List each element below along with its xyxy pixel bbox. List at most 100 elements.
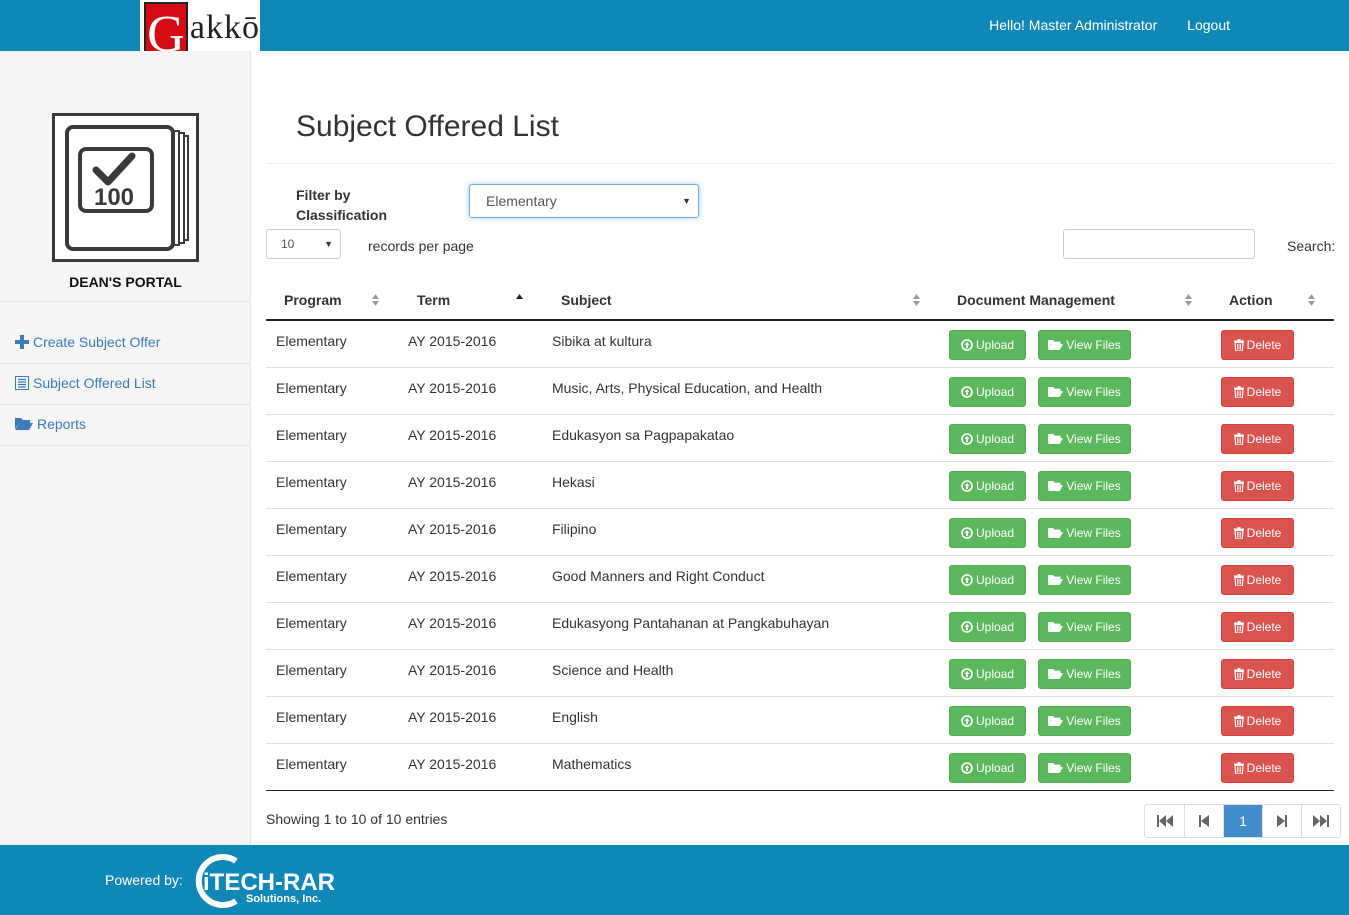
last-page-button[interactable] — [1301, 805, 1340, 837]
classification-select[interactable]: Elementary ▼ — [469, 184, 699, 218]
upload-circle-icon — [961, 668, 973, 680]
plus-icon — [15, 335, 29, 349]
view-files-button-label: View Files — [1066, 573, 1121, 587]
upload-button[interactable]: Upload — [949, 753, 1026, 783]
trash-icon — [1233, 386, 1244, 398]
table-row: Elementary AY 2015-2016 Good Manners and R… — [266, 556, 1334, 603]
sidebar-divider — [0, 404, 250, 405]
upload-button[interactable]: Upload — [949, 471, 1026, 501]
delete-button[interactable]: Delete — [1221, 518, 1294, 548]
upload-button[interactable]: Upload — [949, 330, 1026, 360]
cell-program: Elementary — [276, 662, 347, 678]
first-page-button[interactable] — [1145, 805, 1184, 837]
upload-button[interactable]: Upload — [949, 424, 1026, 454]
view-files-button-label: View Files — [1066, 432, 1121, 446]
cell-subject: Good Manners and Right Conduct — [552, 568, 765, 584]
view-files-button[interactable]: View Files — [1038, 424, 1131, 454]
folder-open-icon — [1048, 575, 1064, 585]
sort-both-icon — [1185, 294, 1192, 306]
upload-button[interactable]: Upload — [949, 377, 1026, 407]
folder-open-icon — [1048, 434, 1064, 444]
view-files-button[interactable]: View Files — [1038, 518, 1131, 548]
delete-button[interactable]: Delete — [1221, 659, 1294, 689]
cell-term: AY 2015-2016 — [408, 568, 497, 584]
logo-text: akkō — [189, 9, 260, 46]
view-files-button[interactable]: View Files — [1038, 753, 1131, 783]
sidebar-item-subject-offered-list[interactable]: Subject Offered List — [15, 375, 156, 391]
upload-button[interactable]: Upload — [949, 706, 1026, 736]
table-row: Elementary AY 2015-2016 Music, Arts, Physi… — [266, 368, 1334, 415]
upload-circle-icon — [961, 433, 973, 445]
cell-term: AY 2015-2016 — [408, 756, 497, 772]
delete-button[interactable]: Delete — [1221, 377, 1294, 407]
trash-icon — [1233, 762, 1244, 774]
upload-circle-icon — [961, 715, 973, 727]
cell-subject: Sibika at kultura — [552, 333, 652, 349]
upload-button-label: Upload — [975, 761, 1015, 775]
delete-button[interactable]: Delete — [1221, 706, 1294, 736]
table-row: Elementary AY 2015-2016 Edukasyon sa Pagpa… — [266, 415, 1334, 462]
cell-program: Elementary — [276, 333, 347, 349]
cell-term: AY 2015-2016 — [408, 427, 497, 443]
search-input[interactable] — [1063, 229, 1255, 259]
delete-button[interactable]: Delete — [1221, 424, 1294, 454]
page-length-select[interactable]: 10 ▼ — [266, 229, 341, 259]
upload-button[interactable]: Upload — [949, 659, 1026, 689]
cell-program: Elementary — [276, 568, 347, 584]
delete-button[interactable]: Delete — [1221, 330, 1294, 360]
upload-button[interactable]: Upload — [949, 518, 1026, 548]
delete-button[interactable]: Delete — [1221, 612, 1294, 642]
sidebar-item-reports[interactable]: Reports — [15, 416, 86, 432]
folder-open-icon — [1048, 716, 1064, 726]
view-files-button[interactable]: View Files — [1038, 377, 1131, 407]
dropdown-caret-icon: ▼ — [682, 196, 691, 206]
column-header-action[interactable]: Action — [1229, 292, 1273, 308]
table-row: Elementary AY 2015-2016 Filipino Upload View… — [266, 509, 1334, 556]
delete-button-label: Delete — [1246, 432, 1282, 446]
upload-button-label: Upload — [975, 620, 1015, 634]
column-header-term[interactable]: Term — [417, 292, 450, 308]
cell-program: Elementary — [276, 427, 347, 443]
filter-label: Filter by Classification — [296, 185, 436, 225]
upload-circle-icon — [961, 762, 973, 774]
sidebar-item-create-subject-offer[interactable]: Create Subject Offer — [15, 334, 160, 350]
view-files-button[interactable]: View Files — [1038, 565, 1131, 595]
column-header-subject[interactable]: Subject — [561, 292, 612, 308]
table-header: Program Term Subject Document Management… — [266, 284, 1334, 321]
view-files-button[interactable]: View Files — [1038, 612, 1131, 642]
list-icon — [15, 376, 29, 390]
logout-link[interactable]: Logout — [1187, 17, 1230, 33]
delete-button-label: Delete — [1246, 338, 1282, 352]
view-files-button[interactable]: View Files — [1038, 330, 1131, 360]
view-files-button[interactable]: View Files — [1038, 706, 1131, 736]
cell-term: AY 2015-2016 — [408, 662, 497, 678]
next-page-button[interactable] — [1262, 805, 1301, 837]
delete-button-label: Delete — [1246, 761, 1282, 775]
upload-circle-icon — [961, 574, 973, 586]
upload-circle-icon — [961, 480, 973, 492]
table-row: Elementary AY 2015-2016 Mathematics Upload V… — [266, 744, 1334, 791]
page-length-label: records per page — [368, 238, 474, 254]
view-files-button[interactable]: View Files — [1038, 471, 1131, 501]
table-row: Elementary AY 2015-2016 English Upload View … — [266, 697, 1334, 744]
delete-button-label: Delete — [1246, 479, 1282, 493]
view-files-button[interactable]: View Files — [1038, 659, 1131, 689]
upload-button[interactable]: Upload — [949, 612, 1026, 642]
delete-button[interactable]: Delete — [1221, 471, 1294, 501]
column-header-document-management[interactable]: Document Management — [957, 292, 1115, 308]
cell-term: AY 2015-2016 — [408, 380, 497, 396]
delete-button[interactable]: Delete — [1221, 753, 1294, 783]
upload-circle-icon — [961, 527, 973, 539]
upload-button-label: Upload — [975, 479, 1015, 493]
page-button-1[interactable]: 1 — [1223, 805, 1262, 837]
folder-open-icon — [1048, 669, 1064, 679]
trash-icon — [1233, 668, 1244, 680]
upload-button[interactable]: Upload — [949, 565, 1026, 595]
column-header-program[interactable]: Program — [284, 292, 342, 308]
powered-by-label: Powered by: — [105, 872, 183, 888]
user-greeting-link[interactable]: Hello! Master Administrator — [989, 17, 1157, 33]
delete-button[interactable]: Delete — [1221, 565, 1294, 595]
table-body: Elementary AY 2015-2016 Sibika at kultura U… — [266, 321, 1334, 791]
previous-page-button[interactable] — [1184, 805, 1223, 837]
view-files-button-label: View Files — [1066, 338, 1121, 352]
